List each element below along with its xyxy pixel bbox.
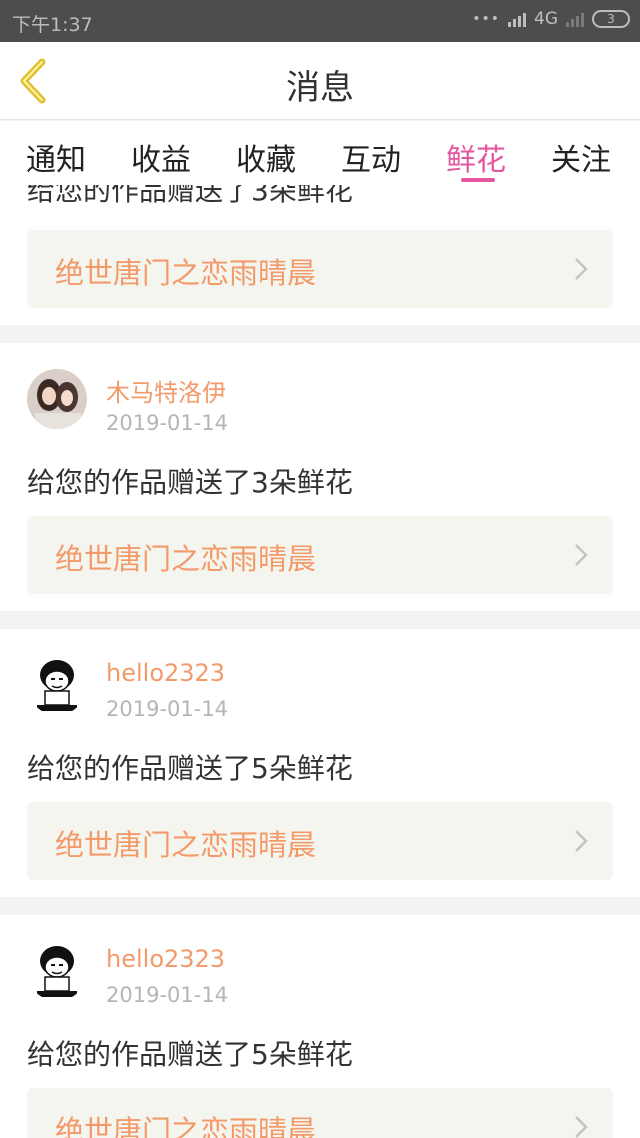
date: 2019-01-14 [106, 983, 229, 1007]
battery-icon: 3 [592, 10, 630, 28]
tab-follow[interactable]: 关注 [551, 135, 611, 179]
work-title: 绝世唐门之恋雨晴晨 [55, 256, 317, 290]
work-title: 绝世唐门之恋雨晴晨 [55, 828, 317, 862]
signal-dots-icon: ••• [472, 11, 500, 27]
nav-bar: 消息 [0, 42, 640, 120]
list-item: hello2323 2019-01-14 给您的作品赠送了5朵鲜花 绝世唐门之恋… [0, 629, 640, 897]
avatar[interactable] [27, 941, 87, 1001]
message-text: 给您的作品赠送了5朵鲜花 [27, 752, 353, 785]
avatar[interactable] [27, 369, 87, 429]
network-type: 4G [534, 9, 558, 29]
avatar-cartoon-icon [27, 941, 87, 1001]
username[interactable]: hello2323 [106, 659, 225, 687]
username[interactable]: 木马特洛伊 [106, 373, 226, 408]
message-text: 给您的作品赠送了5朵鲜花 [27, 1038, 353, 1071]
work-title: 绝世唐门之恋雨晴晨 [55, 542, 317, 576]
signal-bars-secondary-icon [566, 11, 584, 27]
page-title: 消息 [286, 68, 354, 108]
avatar-photo-icon [27, 369, 87, 429]
message-text: 给您的作品赠送了3朵鲜花 [27, 185, 353, 207]
tab-earnings[interactable]: 收益 [131, 135, 191, 179]
tab-notice[interactable]: 通知 [26, 135, 86, 179]
signal-bars-icon [508, 11, 526, 27]
username[interactable]: hello2323 [106, 945, 225, 973]
work-title: 绝世唐门之恋雨晴晨 [55, 1114, 317, 1138]
status-bar: 下午1:37 ••• 4G 3 [0, 0, 640, 42]
list-item: 木马特洛伊 2019-01-14 给您的作品赠送了3朵鲜花 绝世唐门之恋雨晴晨 [0, 343, 640, 611]
chevron-right-icon [575, 1116, 588, 1138]
message-list[interactable]: 给您的作品赠送了3朵鲜花 绝世唐门之恋雨晴晨 木马特洛伊 2019-01-14 … [0, 185, 640, 1138]
list-item: hello2323 2019-01-14 给您的作品赠送了5朵鲜花 绝世唐门之恋… [0, 915, 640, 1138]
date: 2019-01-14 [106, 697, 229, 721]
work-link[interactable]: 绝世唐门之恋雨晴晨 [27, 802, 613, 880]
date: 2019-01-14 [106, 411, 229, 435]
tab-bar: 通知 收益 收藏 互动 鲜花 关注 [0, 121, 640, 185]
work-link[interactable]: 绝世唐门之恋雨晴晨 [27, 516, 613, 594]
tab-active-indicator [461, 178, 495, 182]
work-link[interactable]: 绝世唐门之恋雨晴晨 [27, 1088, 613, 1138]
message-text: 给您的作品赠送了3朵鲜花 [27, 466, 353, 499]
tab-favorites[interactable]: 收藏 [236, 135, 296, 179]
list-item: 给您的作品赠送了3朵鲜花 绝世唐门之恋雨晴晨 [0, 185, 640, 325]
tab-interaction[interactable]: 互动 [341, 135, 401, 179]
avatar[interactable] [27, 655, 87, 715]
tab-flowers[interactable]: 鲜花 [446, 135, 506, 179]
chevron-right-icon [575, 544, 588, 566]
chevron-right-icon [575, 258, 588, 280]
work-link[interactable]: 绝世唐门之恋雨晴晨 [27, 230, 613, 308]
chevron-right-icon [575, 830, 588, 852]
status-time: 下午1:37 [12, 14, 93, 36]
avatar-cartoon-icon [27, 655, 87, 715]
